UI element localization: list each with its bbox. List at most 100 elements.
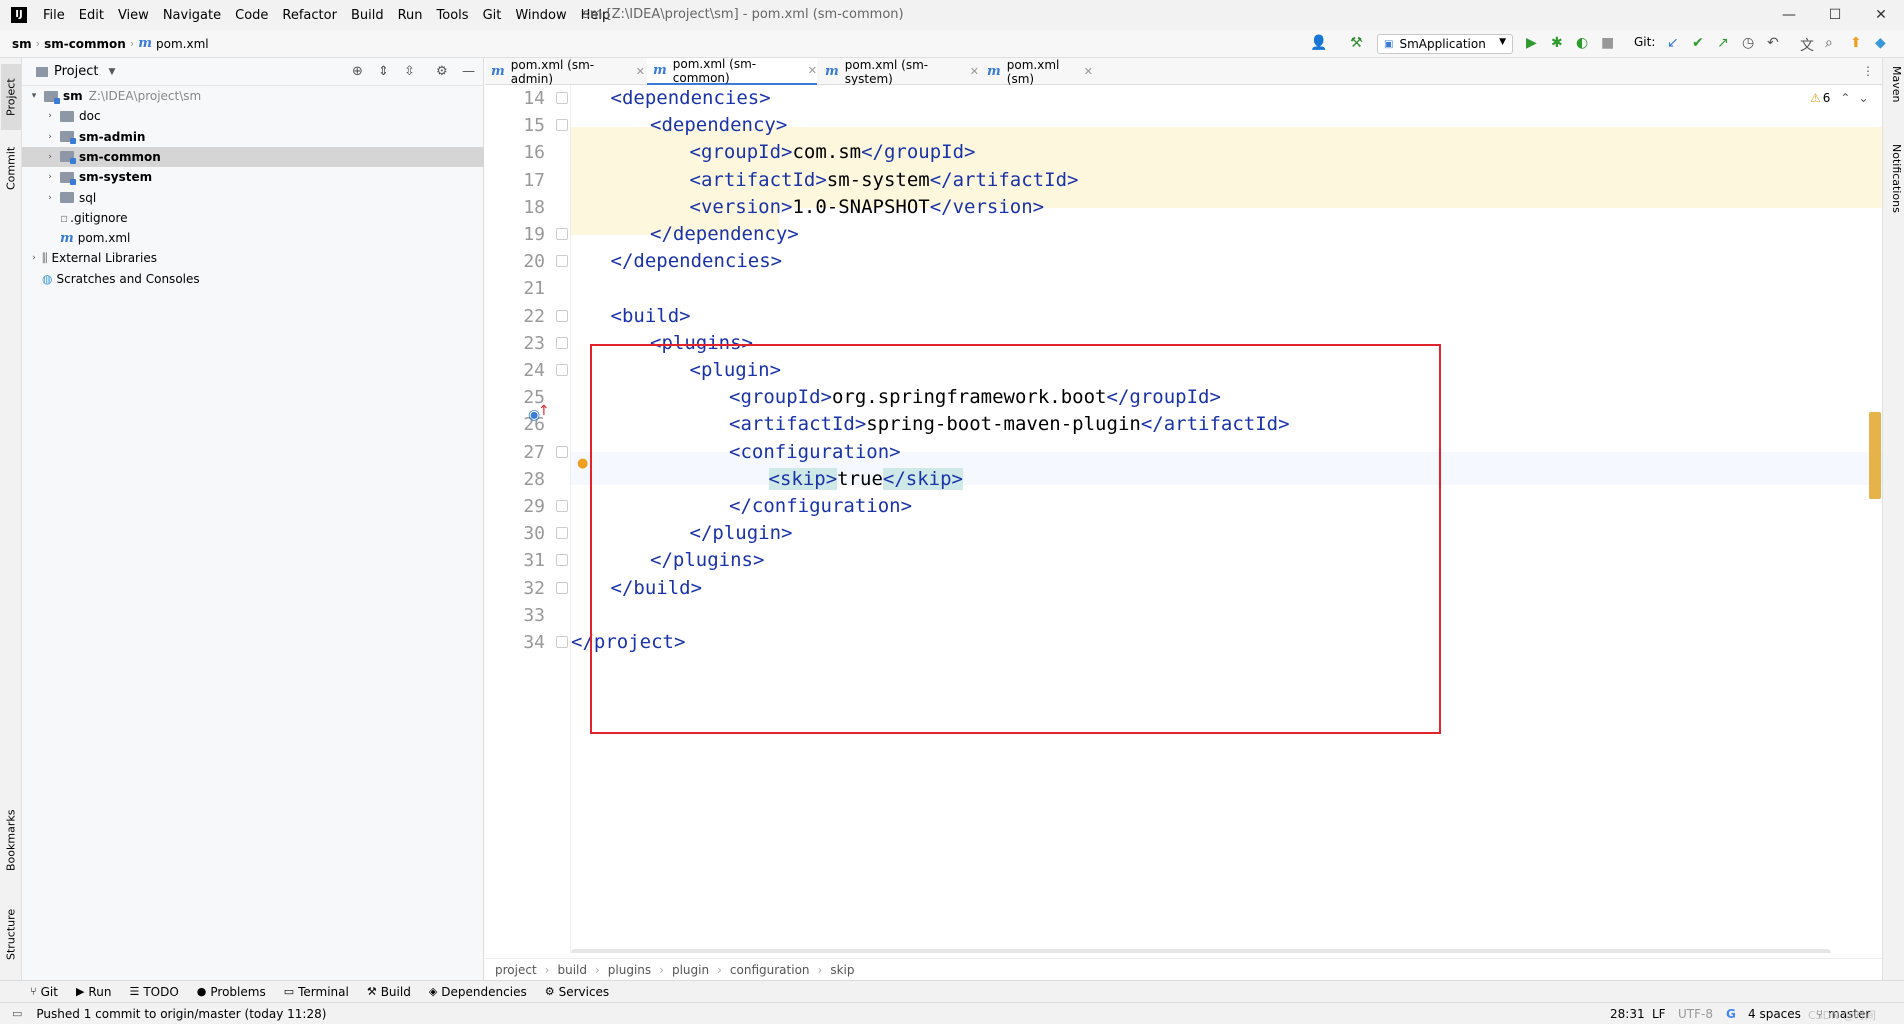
breadcrumb-item-plugins[interactable]: plugins (608, 963, 651, 977)
translate-icon[interactable]: 文 (1800, 35, 1814, 55)
close-tab-icon[interactable]: ✕ (808, 64, 817, 77)
menu-git[interactable]: Git (483, 8, 502, 23)
fold-marker-icon[interactable] (556, 636, 568, 648)
status-toggle-icon[interactable]: ▭ (12, 1007, 22, 1020)
chevron-right-icon[interactable]: › (44, 132, 56, 142)
tab-pom-sm-system[interactable]: m pom.xml (sm-system) ✕ (819, 58, 979, 86)
chevron-right-icon[interactable]: › (44, 193, 56, 203)
file-encoding[interactable]: UTF-8 (1678, 1007, 1713, 1021)
tool-window-todo[interactable]: ☰ TODO (129, 985, 178, 999)
tool-window-services[interactable]: ⚙ Services (545, 985, 609, 999)
breadcrumb-item-plugin[interactable]: plugin (672, 963, 709, 977)
tree-item--gitignore[interactable]: ▫ .gitignore (22, 208, 484, 228)
more-tabs-icon[interactable]: ⋮ (1862, 64, 1874, 78)
caret-position[interactable]: 28:31 (1610, 1007, 1645, 1021)
menu-build[interactable]: Build (351, 8, 384, 23)
update-icon[interactable]: ⬆ (1850, 35, 1862, 51)
build-hammer-icon[interactable]: ⚒ (1350, 35, 1363, 51)
indent-setting[interactable]: 4 spaces (1748, 1007, 1801, 1021)
git-commit-icon[interactable]: ✔ (1692, 35, 1704, 51)
chevron-right-icon[interactable]: › (44, 111, 56, 121)
tool-window-build[interactable]: ⚒ Build (367, 985, 411, 999)
tree-item-pom-xml[interactable]: m pom.xml (22, 228, 484, 248)
menu-tools[interactable]: Tools (437, 8, 469, 23)
tool-window-problems[interactable]: ● Problems (197, 985, 266, 999)
close-tab-icon[interactable]: ✕ (970, 65, 979, 78)
tab-pom-sm-admin[interactable]: m pom.xml (sm-admin) ✕ (485, 58, 645, 86)
maven-tool-tab[interactable]: Maven (1885, 66, 1903, 126)
tool-window-git[interactable]: ⑂ Git (30, 985, 58, 999)
intellij-logo-icon[interactable]: IJ (11, 7, 27, 23)
fold-marker-icon[interactable] (556, 228, 568, 240)
tool-window-terminal[interactable]: ▭ Terminal (284, 985, 349, 999)
google-icon[interactable]: G (1726, 1007, 1736, 1021)
project-tool-tab[interactable]: Project (1, 64, 21, 130)
fold-marker-icon[interactable] (556, 309, 568, 322)
menu-refactor[interactable]: Refactor (282, 8, 337, 23)
maximize-button[interactable]: ☐ (1812, 0, 1858, 30)
fold-marker-icon[interactable] (556, 255, 568, 268)
code-line[interactable]: </dependencies> (611, 245, 783, 278)
status-message[interactable]: Pushed 1 commit to origin/master (today … (36, 1007, 326, 1021)
horizontal-scrollbar[interactable] (571, 949, 1831, 953)
tree-item-sm-common[interactable]: › sm-common (22, 146, 484, 167)
collapse-all-icon[interactable]: ⇳ (404, 64, 415, 79)
expand-all-icon[interactable]: ⇕ (378, 64, 389, 79)
fold-marker-icon[interactable] (556, 554, 568, 567)
fold-marker-icon[interactable] (556, 92, 568, 104)
chevron-down-icon[interactable]: ▼ (108, 67, 115, 77)
tree-item-sql[interactable]: › sql (22, 188, 484, 208)
tree-item-external-libraries[interactable]: › ⫼ External Libraries (22, 248, 484, 268)
minimize-button[interactable]: — (1766, 0, 1812, 30)
tool-window-dependencies[interactable]: ◈ Dependencies (429, 985, 527, 999)
menu-navigate[interactable]: Navigate (163, 8, 221, 23)
structure-tool-tab[interactable]: Structure (1, 896, 21, 972)
tree-item-scratches-and-consoles[interactable]: ◍ Scratches and Consoles (22, 269, 484, 289)
git-update-icon[interactable]: ↙ (1667, 35, 1679, 51)
fold-marker-icon[interactable] (556, 119, 568, 132)
menu-code[interactable]: Code (235, 8, 268, 23)
menu-view[interactable]: View (118, 8, 149, 23)
bookmarks-tool-tab[interactable]: Bookmarks (1, 800, 21, 880)
fold-marker-icon[interactable] (556, 527, 568, 540)
menu-edit[interactable]: Edit (79, 8, 104, 23)
menu-window[interactable]: Window (515, 8, 566, 23)
breadcrumb-item-configuration[interactable]: configuration (730, 963, 810, 977)
tree-item-sm[interactable]: ▾ sm Z:\IDEA\project\sm (22, 86, 484, 106)
inspection-widget[interactable]: ⚠ 6 ⌃ ⌄ (1810, 91, 1869, 105)
notifications-tool-tab[interactable]: Notifications (1885, 144, 1903, 244)
chevron-right-icon[interactable]: › (28, 253, 40, 263)
breadcrumb-item-project[interactable]: project (495, 963, 537, 977)
nav-crumb-module[interactable]: sm-common (44, 37, 126, 51)
nav-crumb-project[interactable]: sm (12, 37, 32, 51)
breadcrumb-item-build[interactable]: build (557, 963, 587, 977)
search-icon[interactable]: ⌕ (1825, 35, 1833, 51)
commit-tool-tab[interactable]: Commit (1, 138, 21, 198)
line-separator[interactable]: LF (1652, 1007, 1666, 1021)
stop-icon[interactable]: ■ (1601, 35, 1614, 51)
rollback-icon[interactable]: ↶ (1767, 35, 1779, 51)
fold-marker-icon[interactable] (556, 336, 568, 349)
chevron-right-icon[interactable]: › (44, 172, 56, 182)
hide-icon[interactable]: — (462, 64, 475, 79)
tree-item-sm-admin[interactable]: › sm-admin (22, 127, 484, 147)
menu-run[interactable]: Run (398, 8, 423, 23)
bulb-icon[interactable]: ● (577, 456, 588, 471)
coverage-icon[interactable]: ◐ (1576, 35, 1588, 51)
fold-marker-icon[interactable] (556, 364, 568, 376)
fold-marker-icon[interactable] (556, 500, 568, 512)
close-tab-icon[interactable]: ✕ (1084, 65, 1093, 78)
locate-icon[interactable]: ⊕ (352, 64, 363, 79)
tab-pom-sm[interactable]: m pom.xml (sm) ✕ (981, 58, 1093, 86)
history-icon[interactable]: ◷ (1742, 35, 1754, 51)
tab-pom-sm-common[interactable]: m pom.xml (sm-common) ✕ (647, 57, 817, 85)
tree-item-sm-system[interactable]: › sm-system (22, 167, 484, 187)
chevron-down-icon[interactable]: ▾ (28, 91, 40, 101)
close-tab-icon[interactable]: ✕ (636, 65, 645, 78)
code-editor[interactable]: 14 <dependencies> 15 <dependency> 16 <groupId… (485, 85, 1882, 953)
menu-file[interactable]: File (43, 8, 65, 23)
fold-marker-icon[interactable] (556, 581, 568, 594)
chevron-down-icon[interactable]: ⌄ (1858, 91, 1868, 105)
chevron-up-icon[interactable]: ⌃ (1840, 91, 1850, 105)
debug-icon[interactable]: ✱ (1551, 35, 1563, 51)
